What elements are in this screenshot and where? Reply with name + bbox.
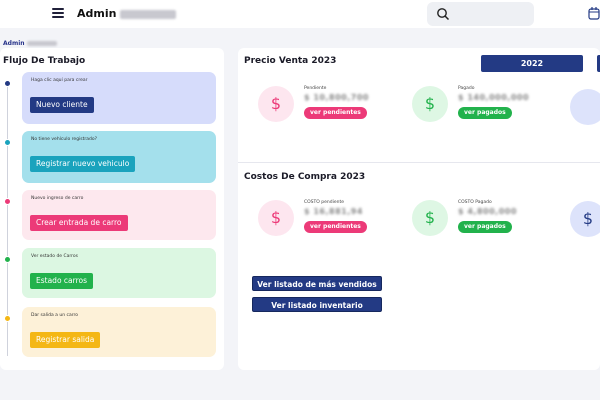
workflow-note: No tiene vehículo registrado? (31, 137, 98, 142)
sales-pending-value: $ 10,800,700 (304, 93, 369, 102)
menu-icon[interactable] (52, 8, 64, 18)
costs-paid-card: $ COSTO Pagado $ 4,800,000 ver pagados (400, 192, 550, 248)
workflow-card: Dar salida a un carro Registrar salida (22, 307, 216, 357)
costs-pending-button[interactable]: ver pendientes (304, 221, 367, 233)
third-stat-circle (570, 89, 600, 125)
workflow-button[interactable]: Crear entrada de carro (30, 215, 128, 231)
workflow-title: Flujo De Trabajo (3, 56, 86, 66)
sales-pending-label: Pendiente (304, 86, 327, 91)
workflow-card: Haga clic aquí para crear Nuevo cliente (22, 72, 216, 124)
redacted-username (120, 9, 177, 19)
sales-paid-value: $ 140,000,000 (458, 93, 530, 102)
costs-paid-value: $ 4,800,000 (458, 207, 517, 216)
dashboard-panel: Precio Venta 2023 2022 $ Pendiente $ 10,… (238, 48, 600, 370)
sales-title: Precio Venta 2023 (244, 56, 337, 66)
sales-pending-button[interactable]: ver pendientes (304, 107, 367, 119)
workflow-note: Haga clic aquí para crear (31, 78, 88, 83)
workflow-card: Nuevo ingreso de carro Crear entrada de c… (22, 190, 216, 240)
timeline-dot (4, 80, 11, 87)
workflow-note: Dar salida a un carro (31, 313, 78, 318)
costs-pending-label: COSTO pendiente (304, 200, 344, 205)
workflow-button[interactable]: Registrar nuevo vehiculo (30, 156, 136, 172)
timeline-dot (4, 256, 11, 263)
workflow-card: Ver estado de Carros Estado carros (22, 248, 216, 298)
costs-title: Costos De Compra 2023 (244, 172, 366, 182)
year-2022-button[interactable]: 2022 (481, 55, 583, 72)
workflow-button[interactable]: Registrar salida (30, 332, 101, 348)
sales-paid-label: Pagado (458, 86, 475, 91)
calendar-icon[interactable] (588, 6, 600, 20)
costs-pending-card: $ COSTO pendiente $ 16,881,94 ver pendie… (242, 192, 392, 248)
costs-paid-button[interactable]: ver pagados (458, 221, 512, 233)
dollar-icon: $ (258, 86, 294, 122)
app-title-text: Admin (77, 7, 117, 20)
timeline-dot (4, 198, 11, 205)
sales-pending-card: $ Pendiente $ 10,800,700 ver pendientes (242, 78, 392, 134)
app-title: Admin (77, 7, 177, 20)
dollar-icon: $ (412, 86, 448, 122)
timeline-dot (4, 315, 11, 322)
workflow-button[interactable]: Nuevo cliente (30, 97, 94, 113)
top-bar: Admin (0, 0, 600, 28)
workflow-note: Nuevo ingreso de carro (31, 196, 84, 201)
sales-paid-button[interactable]: ver pagados (458, 107, 512, 119)
dollar-icon: $ (412, 200, 448, 236)
redacted-breadcrumb (26, 41, 57, 46)
costs-pending-value: $ 16,881,94 (304, 207, 363, 216)
breadcrumb[interactable]: Admin (3, 40, 57, 47)
timeline-dot (4, 139, 11, 146)
workflow-button[interactable]: Estado carros (30, 273, 94, 289)
workflow-card: No tiene vehículo registrado? Registrar n… (22, 131, 216, 183)
search-icon (437, 8, 450, 21)
dollar-icon: $ (570, 201, 600, 237)
inventory-button[interactable]: Ver listado inventario (252, 297, 382, 312)
section-divider (238, 162, 600, 163)
sales-paid-card: $ Pagado $ 140,000,000 ver pagados (400, 78, 550, 134)
workflow-note: Ver estado de Carros (31, 254, 79, 259)
search-bar[interactable] (427, 2, 534, 26)
costs-paid-label: COSTO Pagado (458, 200, 492, 205)
dollar-icon: $ (258, 200, 294, 236)
best-sellers-button[interactable]: Ver listado de más vendidos (252, 276, 382, 291)
breadcrumb-text: Admin (3, 40, 25, 47)
